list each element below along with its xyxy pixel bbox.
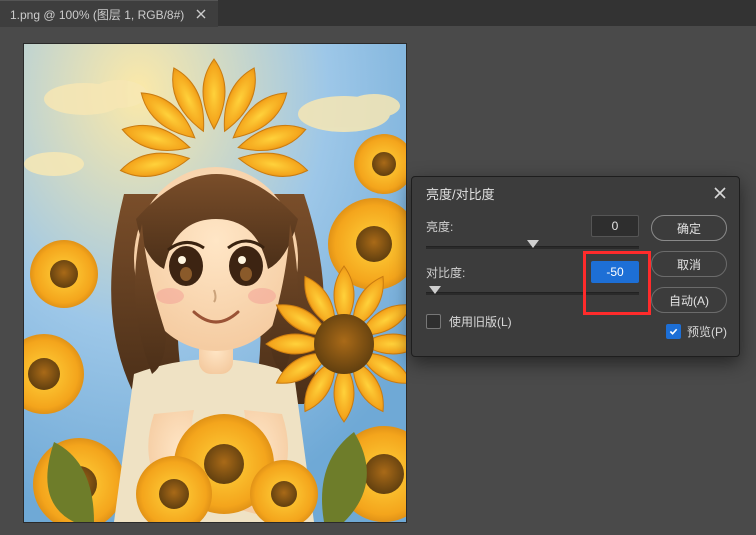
contrast-slider[interactable] (426, 285, 639, 301)
brightness-contrast-dialog: 亮度/对比度 亮度: 0 对比度: -50 (411, 176, 740, 357)
brightness-slider[interactable] (426, 239, 639, 255)
preview-label: 预览(P) (687, 323, 727, 340)
ok-button[interactable]: 确定 (651, 215, 727, 241)
close-icon[interactable] (711, 184, 729, 202)
document-tab[interactable]: 1.png @ 100% (图层 1, RGB/8#) (0, 0, 218, 27)
contrast-label: 对比度: (426, 264, 465, 281)
legacy-checkbox-row[interactable]: 使用旧版(L) (426, 313, 639, 330)
brightness-input[interactable]: 0 (591, 215, 639, 237)
cancel-button[interactable]: 取消 (651, 251, 727, 277)
contrast-input[interactable]: -50 (591, 261, 639, 283)
auto-button[interactable]: 自动(A) (651, 287, 727, 313)
brightness-label: 亮度: (426, 218, 453, 235)
checkbox-icon[interactable] (426, 314, 441, 329)
checkbox-icon[interactable] (666, 324, 681, 339)
document-canvas[interactable] (24, 44, 406, 522)
dialog-title: 亮度/对比度 (426, 184, 495, 203)
dialog-titlebar[interactable]: 亮度/对比度 (412, 177, 739, 209)
legacy-label: 使用旧版(L) (449, 313, 512, 330)
document-tabbar: 1.png @ 100% (图层 1, RGB/8#) (0, 0, 756, 26)
brightness-row: 亮度: 0 (426, 215, 639, 255)
document-tab-title: 1.png @ 100% (图层 1, RGB/8#) (10, 6, 184, 23)
preview-checkbox-row[interactable]: 预览(P) (651, 323, 727, 340)
contrast-row: 对比度: -50 (426, 261, 639, 301)
close-icon[interactable] (194, 7, 208, 21)
